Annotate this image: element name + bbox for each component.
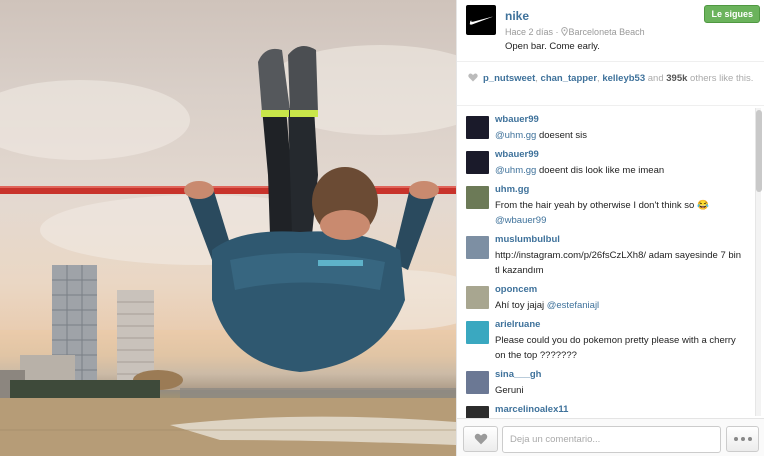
comments-scrollbar[interactable]: [755, 108, 762, 416]
likes-others-text: others like this.: [687, 73, 754, 84]
commenter-username[interactable]: wbauer99: [495, 114, 743, 126]
comment-body: Ahí toy jajaj: [495, 300, 547, 311]
comment-body: Geruni: [495, 385, 524, 396]
comment-body: http://instagram.com/p/26fsCzLXh8/ adam …: [495, 250, 742, 276]
commenter-avatar[interactable]: [466, 151, 489, 174]
post-photo[interactable]: [0, 0, 456, 456]
comment-item: marcelinoalex11: [457, 398, 764, 418]
post-header: nike Hace 2 días · Barceloneta Beach Open…: [457, 0, 764, 62]
comment-mention[interactable]: @estefaniajl: [547, 300, 599, 311]
commenter-username[interactable]: oponcem: [495, 284, 743, 296]
comment-mention[interactable]: @uhm.gg: [495, 165, 536, 176]
comment-item: wbauer99 @uhm.gg doeent dis look like me…: [457, 143, 764, 178]
comment-item: arielruane Please could you do pokemon p…: [457, 313, 764, 363]
nike-swoosh-icon[interactable]: [466, 5, 496, 35]
commenter-username[interactable]: marcelinoalex11: [495, 404, 743, 416]
location-pin-icon: [560, 27, 568, 36]
photo-illustration: [0, 45, 456, 456]
commenter-avatar[interactable]: [466, 236, 489, 259]
commenter-avatar[interactable]: [466, 321, 489, 344]
comment-text: Please could you do pokemon pretty pleas…: [495, 333, 743, 363]
comment-mention[interactable]: @wbauer99: [495, 215, 546, 226]
comment-item: muslumbulbul http://instagram.com/p/26fs…: [457, 228, 764, 278]
heart-icon: [474, 433, 487, 445]
likes-and: and: [645, 73, 667, 84]
comment-input[interactable]: [502, 426, 721, 453]
comment-item: oponcem Ahí toy jajaj @estefaniajl: [457, 278, 764, 313]
ellipsis-icon: [733, 437, 738, 441]
comment-text: @uhm.gg doesent sis: [495, 128, 743, 143]
commenter-username[interactable]: arielruane: [495, 319, 743, 331]
comment-text: From the hair yeah by otherwise I don't …: [495, 198, 743, 228]
heart-icon: [468, 73, 478, 82]
comment-text: http://instagram.com/p/26fsCzLXh8/ adam …: [495, 248, 743, 278]
comment-body: From the hair yeah by otherwise I don't …: [495, 200, 709, 211]
liker-link[interactable]: p_nutsweet: [483, 73, 535, 84]
likes-count[interactable]: 395k: [666, 73, 687, 84]
comment-footer: [457, 418, 764, 456]
post-details-panel: nike Hace 2 días · Barceloneta Beach Open…: [456, 0, 764, 456]
ellipsis-icon: [747, 437, 752, 441]
commenter-avatar[interactable]: [466, 116, 489, 139]
liker-link[interactable]: chan_tapper: [541, 73, 598, 84]
comment-text: Ahí toy jajaj @estefaniajl: [495, 298, 743, 313]
comment-body: Please could you do pokemon pretty pleas…: [495, 335, 736, 361]
commenter-username[interactable]: uhm.gg: [495, 184, 743, 196]
comment-body: doesent sis: [536, 130, 588, 141]
ellipsis-icon: [740, 437, 745, 441]
like-button[interactable]: [463, 426, 498, 452]
following-button[interactable]: Le sigues: [704, 5, 760, 23]
post-time: Hace 2 días: [505, 27, 554, 37]
liker-link[interactable]: kelleyb53: [602, 73, 645, 84]
comment-text: Geruni: [495, 383, 743, 398]
post-username[interactable]: nike: [505, 9, 529, 23]
comment-item: uhm.gg From the hair yeah by otherwise I…: [457, 178, 764, 228]
comment-body: doeent dis look like me imean: [536, 165, 665, 176]
post-meta: Hace 2 días · Barceloneta Beach: [505, 27, 645, 37]
commenter-username[interactable]: wbauer99: [495, 149, 743, 161]
more-options-button[interactable]: [726, 426, 759, 452]
comment-text: @uhm.gg doeent dis look like me imean: [495, 163, 743, 178]
likes-summary: p_nutsweet, chan_tapper, kelleyb53 and 3…: [457, 62, 764, 106]
comments-list: wbauer99 @uhm.gg doesent sis wbauer99 @u…: [457, 108, 764, 418]
meta-separator: ·: [555, 27, 559, 37]
comment-mention[interactable]: @uhm.gg: [495, 130, 536, 141]
commenter-avatar[interactable]: [466, 286, 489, 309]
commenter-avatar[interactable]: [466, 406, 489, 418]
post-caption: Open bar. Come early.: [505, 41, 600, 52]
commenter-avatar[interactable]: [466, 186, 489, 209]
scrollbar-thumb[interactable]: [756, 110, 762, 192]
commenter-avatar[interactable]: [466, 371, 489, 394]
comment-item: wbauer99 @uhm.gg doesent sis: [457, 108, 764, 143]
commenter-username[interactable]: sina___gh: [495, 369, 743, 381]
commenter-username[interactable]: muslumbulbul: [495, 234, 743, 246]
post-location[interactable]: Barceloneta Beach: [569, 27, 645, 37]
comment-item: sina___gh Geruni: [457, 363, 764, 398]
